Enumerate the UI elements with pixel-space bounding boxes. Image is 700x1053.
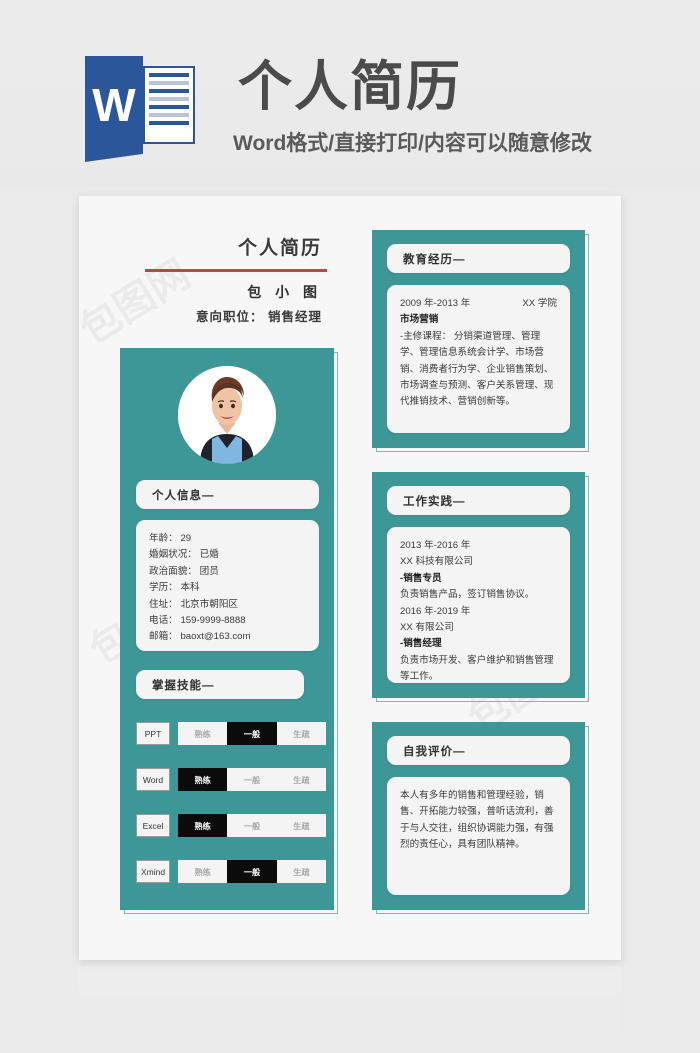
self-evaluation-card: 本人有多年的销售和管理经验，销售、开拓能力较强，普听话流利，善于与人交往，组织协… — [387, 777, 570, 895]
info-row-marital: 婚姻状况： 已婚 — [149, 549, 219, 561]
skill-name-ppt: PPT — [136, 722, 170, 745]
skill-seg-basic[interactable]: 生疏 — [277, 814, 326, 837]
desired-position: 意向职位： 销售经理 — [196, 310, 322, 324]
word-icon-line — [149, 73, 189, 77]
info-row-phone: 电话： 159-9999-8888 — [149, 615, 246, 627]
word-icon-document — [143, 66, 195, 144]
banner-subtitle: Word格式/直接打印/内容可以随意修改 — [233, 132, 592, 155]
info-row-email: 邮箱： baoxt@163.com — [149, 631, 251, 643]
candidate-name: 包 小 图 — [247, 284, 322, 300]
section-header-work: 工作实践— — [387, 486, 570, 515]
panel-fill: 教育经历— 2009 年-2013 年 XX 学院 市场营销 -主修课程： 分销… — [372, 230, 585, 448]
skill-name-xmind: Xmind — [136, 860, 170, 883]
word-icon-line — [149, 105, 189, 109]
page-title: 个人简历 — [237, 238, 322, 259]
section-header-education: 教育经历— — [387, 244, 570, 273]
work-period-2: 2016 年-2019 年 — [400, 605, 471, 617]
word-icon-line — [149, 81, 189, 85]
work-role-1: -销售专员 — [400, 572, 442, 584]
skill-row-xmind: Xmind 熟练 一般 生疏 — [136, 860, 326, 883]
reflection-inner: 自我评价— 本人有多年的销售和管理经验，销售、开拓能力较强，普听话流利，善于与人… — [79, 966, 621, 1053]
promo-banner: W 个人简历 Word格式/直接打印/内容可以随意修改 — [0, 0, 700, 188]
skill-seg-proficient[interactable]: 熟练 — [178, 814, 228, 837]
skill-name-word: Word — [136, 768, 170, 791]
panel-fill: 个人信息— 年龄： 29 婚姻状况： 已婚 政治面貌： 团员 学历： 本科 住址… — [120, 348, 334, 910]
work-company-1: XX 科技有限公司 — [400, 556, 474, 568]
skill-seg-average[interactable]: 一般 — [227, 860, 277, 883]
education-panel: 教育经历— 2009 年-2013 年 XX 学院 市场营销 -主修课程： 分销… — [372, 230, 589, 452]
skill-level-bar-xmind[interactable]: 熟练 一般 生疏 — [178, 860, 326, 883]
panel-fill: 自我评价— 本人有多年的销售和管理经验，销售、开拓能力较强，普听话流利，善于与人… — [372, 722, 585, 910]
title-divider — [145, 269, 327, 272]
education-courses: -主修课程： 分销渠道管理、管理学、管理信息系统会计学、市场营销、消费者行为学、… — [400, 330, 554, 408]
work-desc-2: 负责市场开发、客户维护和销售管理等工作。 — [400, 654, 554, 683]
skill-seg-average[interactable]: 一般 — [227, 814, 276, 837]
work-card: 2013 年-2016 年 XX 科技有限公司 -销售专员 负责销售产品，签订销… — [387, 527, 570, 683]
skill-seg-basic[interactable]: 生疏 — [277, 722, 326, 745]
avatar-image — [178, 366, 276, 464]
work-period-1: 2013 年-2016 年 — [400, 540, 471, 551]
skill-row-word: Word 熟练 一般 生疏 — [136, 768, 326, 791]
info-row-education: 学历： 本科 — [149, 582, 200, 594]
reflection-paper — [79, 966, 621, 1053]
avatar — [178, 366, 276, 464]
work-company-2: XX 有限公司 — [400, 622, 454, 634]
skill-level-bar-word[interactable]: 熟练 一般 生疏 — [178, 768, 326, 791]
word-icon: W — [85, 56, 199, 154]
word-icon-line — [149, 89, 189, 93]
skill-seg-proficient[interactable]: 熟练 — [178, 860, 227, 883]
section-header-self-eval: 自我评价— — [387, 736, 570, 765]
word-icon-line — [149, 97, 189, 101]
panel-fill: 工作实践— 2013 年-2016 年 XX 科技有限公司 -销售专员 负责销售… — [372, 472, 585, 698]
info-row-political: 政治面貌： 团员 — [149, 565, 219, 577]
skill-seg-basic[interactable]: 生疏 — [277, 768, 326, 791]
skill-seg-proficient[interactable]: 熟练 — [178, 768, 228, 791]
work-desc-1: 负责销售产品，签订销售协议。 — [400, 589, 535, 601]
education-school: XX 学院 — [522, 298, 557, 309]
skill-level-bar-ppt[interactable]: 熟练 一般 生疏 — [178, 722, 326, 745]
skill-seg-basic[interactable]: 生疏 — [277, 860, 326, 883]
word-icon-line — [149, 113, 189, 117]
self-evaluation-panel: 自我评价— 本人有多年的销售和管理经验，销售、开拓能力较强，普听话流利，善于与人… — [372, 722, 589, 914]
education-major: 市场营销 — [400, 314, 439, 326]
skill-seg-average[interactable]: 一般 — [227, 768, 276, 791]
page-reflection: 自我评价— 本人有多年的销售和管理经验，销售、开拓能力较强，普听话流利，善于与人… — [79, 966, 621, 1053]
self-evaluation-text: 本人有多年的销售和管理经验，销售、开拓能力较强，普听话流利，善于与人交往，组织协… — [400, 790, 554, 851]
education-period: 2009 年-2013 年 — [400, 298, 471, 309]
skill-seg-average[interactable]: 一般 — [227, 722, 277, 745]
skill-level-bar-excel[interactable]: 熟练 一般 生疏 — [178, 814, 326, 837]
skill-row-ppt: PPT 熟练 一般 生疏 — [136, 722, 326, 745]
education-card: 2009 年-2013 年 XX 学院 市场营销 -主修课程： 分销渠道管理、管… — [387, 285, 570, 433]
info-row-age: 年龄： 29 — [149, 533, 192, 544]
work-experience-panel: 工作实践— 2013 年-2016 年 XX 科技有限公司 -销售专员 负责销售… — [372, 472, 589, 702]
banner-title: 个人简历 — [238, 57, 462, 117]
section-header-skills: 掌握技能— — [136, 670, 304, 699]
skill-seg-proficient[interactable]: 熟练 — [178, 722, 227, 745]
skill-name-excel: Excel — [136, 814, 170, 837]
word-icon-line — [149, 121, 189, 125]
personal-info-card: 年龄： 29 婚姻状况： 已婚 政治面貌： 团员 学历： 本科 住址： 北京市朝… — [136, 520, 319, 651]
work-role-2: -销售经理 — [400, 638, 442, 650]
section-header-personal-info: 个人信息— — [136, 480, 319, 509]
skill-row-excel: Excel 熟练 一般 生疏 — [136, 814, 326, 837]
left-column-panel: 个人信息— 年龄： 29 婚姻状况： 已婚 政治面貌： 团员 学历： 本科 住址… — [120, 348, 338, 914]
resume-page: 包图网 包图网 包图网 个人简历 包 小 图 意向职位： 销售经理 — [73, 196, 621, 960]
info-row-address: 住址： 北京市朝阳区 — [149, 598, 239, 610]
word-icon-letter: W — [92, 79, 136, 131]
